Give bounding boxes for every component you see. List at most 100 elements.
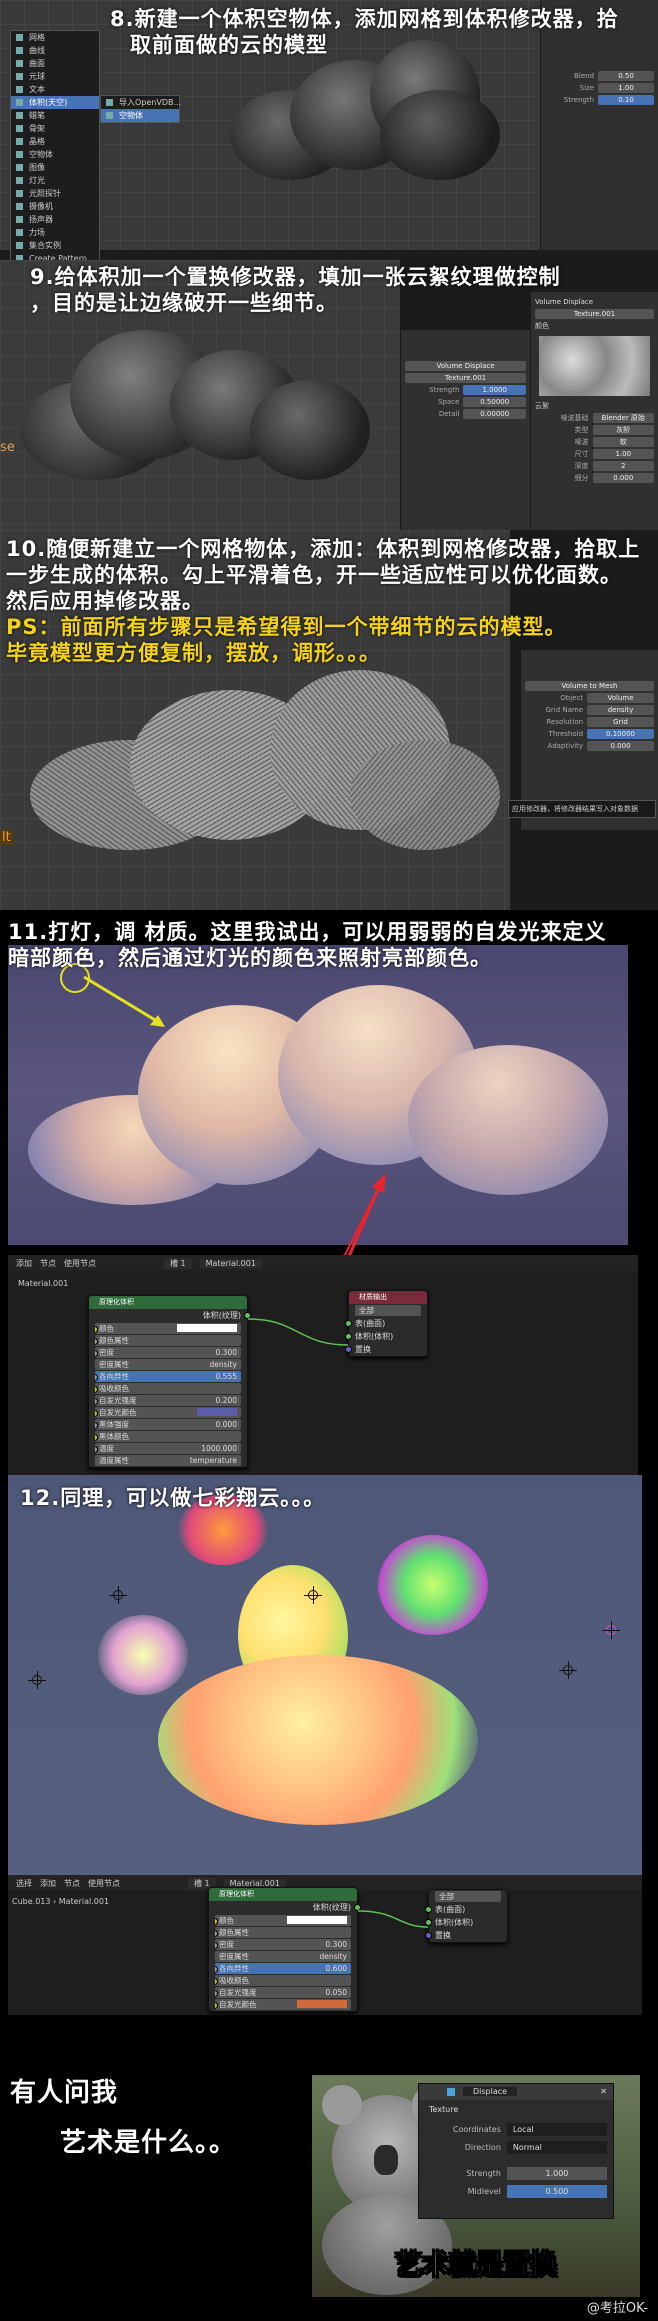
- node-field[interactable]: 黑体强度 0.000: [95, 1419, 241, 1430]
- node-editor[interactable]: 添加 节点 使用节点 槽 1 Material.001 Material.001…: [8, 1255, 638, 1475]
- prop-row[interactable]: 尺寸 1.00: [531, 448, 658, 460]
- node-field[interactable]: 温度属性 temperature: [95, 1455, 241, 1466]
- menu-item[interactable]: 骨架: [11, 122, 99, 135]
- prop-row[interactable]: Object Volume: [521, 692, 658, 704]
- prop-row[interactable]: 噪波软: [531, 436, 658, 448]
- menu-item[interactable]: 晶格: [11, 135, 99, 148]
- prop-row[interactable]: Grid Name density: [521, 704, 658, 716]
- texture-field[interactable]: Texture: [419, 2100, 613, 2120]
- output-target-dropdown[interactable]: 全部: [435, 1891, 501, 1902]
- menu-item[interactable]: 文本: [11, 83, 99, 96]
- prop-row[interactable]: Size 1.00: [541, 82, 658, 94]
- prop-row[interactable]: Midlevel 0.500: [419, 2182, 613, 2200]
- header-menu-add[interactable]: 添加: [40, 1878, 56, 1889]
- section-header[interactable]: 颜色: [531, 320, 658, 332]
- prop-row[interactable]: 细分 0.000: [531, 472, 658, 484]
- add-menu[interactable]: 网格 曲线 曲面 元球 文本 体积(天空) 蜡笔 骨架 晶格 空物体 图像 灯光…: [10, 30, 100, 266]
- node-field[interactable]: 颜色属性: [95, 1335, 241, 1346]
- output-target-dropdown[interactable]: 全部: [355, 1305, 421, 1316]
- section-header[interactable]: 云絮: [531, 400, 658, 412]
- texture-preview: [539, 336, 650, 396]
- menu-item[interactable]: 图像: [11, 161, 99, 174]
- submenu-item-empty[interactable]: 空物体: [101, 109, 179, 122]
- light-icon[interactable]: [602, 1621, 620, 1639]
- node-field[interactable]: 黑体颜色: [95, 1431, 241, 1442]
- principled-volume-node[interactable]: 原理化体积 体积(纹理) 颜色 颜色属性 密度 0.300 密度属性 density…: [208, 1887, 361, 2012]
- menu-item-volume[interactable]: 体积(天空): [11, 96, 99, 109]
- prop-row[interactable]: 深度 2: [531, 460, 658, 472]
- menu-item[interactable]: 力场: [11, 226, 99, 239]
- menu-item[interactable]: 灯光: [11, 174, 99, 187]
- material-output-node[interactable]: 材质输出 全部 表(曲面) 体积(体积) 置换: [345, 1290, 428, 1357]
- render-viewport[interactable]: [8, 1475, 642, 1875]
- texture-slot[interactable]: Texture.001: [401, 372, 530, 384]
- step10-ps-note: PS：前面所有步骤只是希望得到一个带细节的云的模型。 毕竟模型更方便复制，摆放，…: [6, 615, 567, 665]
- use-nodes-checkbox[interactable]: 使用节点: [88, 1878, 120, 1889]
- node-field[interactable]: 自发光颜色: [95, 1407, 241, 1418]
- material-output-node[interactable]: 全部 表(曲面) 体积(体积) 置换: [425, 1889, 508, 1943]
- menu-item[interactable]: 网格: [11, 31, 99, 44]
- prop-row[interactable]: Coordinates Local: [419, 2120, 613, 2138]
- light-icon[interactable]: [304, 1586, 322, 1604]
- prop-row[interactable]: Resolution Grid: [521, 716, 658, 728]
- prop-row[interactable]: Direction Normal: [419, 2138, 613, 2156]
- panel-header[interactable]: Displace ✕: [419, 2084, 613, 2100]
- prop-row[interactable]: Space 0.50000: [401, 396, 530, 408]
- material-dropdown[interactable]: Material.001: [199, 1258, 262, 1268]
- prop-row[interactable]: Blend 0.50: [541, 70, 658, 82]
- node-input: 表(曲面): [345, 1317, 427, 1330]
- prop-row[interactable]: Strength 0.10: [541, 94, 658, 106]
- node-field[interactable]: 颜色属性: [215, 1927, 351, 1938]
- light-icon[interactable]: [559, 1661, 577, 1679]
- node-field[interactable]: 温度 1000.000: [95, 1443, 241, 1454]
- menu-item[interactable]: 集合实例: [11, 239, 99, 252]
- node-field[interactable]: 密度属性 density: [95, 1359, 241, 1370]
- node-field[interactable]: 密度 0.300: [215, 1939, 351, 1950]
- header-menu-add[interactable]: 添加: [16, 1258, 32, 1269]
- modifier-header[interactable]: Volume to Mesh: [521, 680, 658, 692]
- header-menu-node[interactable]: 节点: [40, 1258, 56, 1269]
- node-field[interactable]: 密度 0.300: [95, 1347, 241, 1358]
- light-icon[interactable]: [28, 1671, 46, 1689]
- use-nodes-checkbox[interactable]: 使用节点: [64, 1258, 96, 1269]
- prop-row[interactable]: Strength 1.0000: [401, 384, 530, 396]
- margin-text: lt: [0, 830, 13, 845]
- node-field[interactable]: 自发光强度 0.050: [215, 1987, 351, 1998]
- prop-row[interactable]: 类型 灰阶: [531, 424, 658, 436]
- prop-row[interactable]: Adaptivity 0.000: [521, 740, 658, 752]
- menu-item[interactable]: 光照探针: [11, 187, 99, 200]
- prop-row[interactable]: Strength 1.000: [419, 2164, 613, 2182]
- meme-bottom-text: 艺术就是置换: [395, 2250, 558, 2282]
- node-field[interactable]: 吸收颜色: [95, 1383, 241, 1394]
- node-field[interactable]: 各向异性 0.555: [95, 1371, 241, 1382]
- node-field[interactable]: 颜色: [95, 1323, 241, 1334]
- header-menu-select[interactable]: 选择: [16, 1878, 32, 1889]
- node-field[interactable]: 吸收颜色: [215, 1975, 351, 1986]
- node-editor[interactable]: 选择 添加 节点 使用节点 槽 1 Material.001 Cube.013 …: [8, 1875, 642, 2015]
- principled-volume-node[interactable]: 原理化体积 体积(纹理) 颜色 颜色属性 密度 0.300 密度属性 density…: [88, 1295, 251, 1468]
- menu-item[interactable]: 蜡笔: [11, 109, 99, 122]
- close-icon[interactable]: ✕: [600, 2084, 607, 2100]
- light-icon[interactable]: [109, 1586, 127, 1604]
- menu-item[interactable]: 元球: [11, 70, 99, 83]
- menu-item[interactable]: 曲线: [11, 44, 99, 57]
- prop-row[interactable]: Detail 0.00000: [401, 408, 530, 420]
- node-field[interactable]: 各向异性 0.600: [215, 1963, 351, 1974]
- menu-item[interactable]: 扬声器: [11, 213, 99, 226]
- node-field[interactable]: 密度属性 density: [215, 1951, 351, 1962]
- volume-submenu[interactable]: 导入OpenVDB... 空物体: [100, 95, 181, 123]
- step8-panel: 网格 曲线 曲面 元球 文本 体积(天空) 蜡笔 骨架 晶格 空物体 图像 灯光…: [0, 0, 658, 270]
- submenu-item-openvdb[interactable]: 导入OpenVDB...: [101, 96, 181, 109]
- modifier-icon: [447, 2088, 455, 2096]
- prop-row[interactable]: Threshold 0.10000: [521, 728, 658, 740]
- node-field[interactable]: 自发光颜色: [215, 1999, 351, 2010]
- slot-dropdown[interactable]: 槽 1: [164, 1257, 192, 1269]
- modifier-header[interactable]: Volume Displace: [401, 360, 530, 372]
- menu-item[interactable]: 曲面: [11, 57, 99, 70]
- header-menu-node[interactable]: 节点: [64, 1878, 80, 1889]
- menu-item[interactable]: 空物体: [11, 148, 99, 161]
- node-field[interactable]: 颜色: [215, 1915, 351, 1926]
- prop-row[interactable]: 噪波基础 Blender 原始: [531, 412, 658, 424]
- menu-item[interactable]: 摄像机: [11, 200, 99, 213]
- node-field[interactable]: 自发光强度 0.200: [95, 1395, 241, 1406]
